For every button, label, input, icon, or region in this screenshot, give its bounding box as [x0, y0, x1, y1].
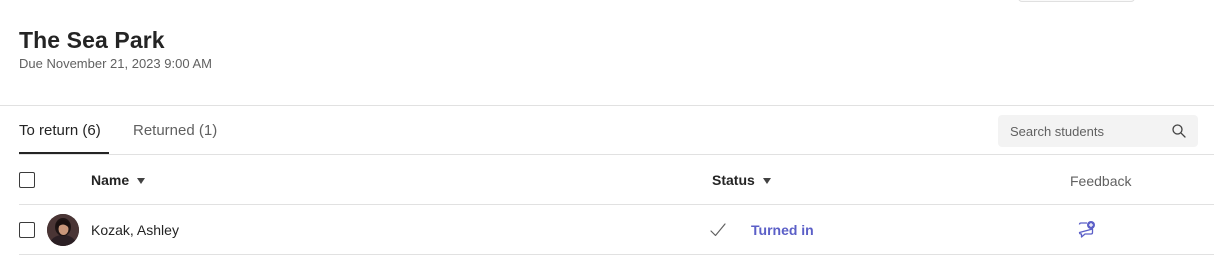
status-link[interactable]: Turned in — [751, 222, 814, 238]
row-select-checkbox[interactable] — [19, 222, 35, 238]
toolbar-button-partial[interactable] — [1018, 0, 1135, 2]
add-feedback-icon[interactable] — [1077, 220, 1096, 239]
checkmark-icon — [710, 223, 726, 237]
sort-caret-icon — [137, 178, 146, 184]
name-column-label: Name — [91, 172, 130, 188]
row-divider — [19, 254, 1214, 255]
tabs-divider — [19, 154, 1214, 155]
select-all-checkbox[interactable] — [19, 172, 35, 188]
due-date: Due November 21, 2023 9:00 AM — [19, 56, 212, 71]
search-icon[interactable] — [1171, 123, 1187, 139]
search-input[interactable] — [1010, 123, 1170, 139]
header-row-divider — [19, 204, 1214, 205]
page-title: The Sea Park — [19, 27, 165, 53]
avatar-image — [47, 214, 79, 246]
header-divider — [0, 105, 1214, 106]
feedback-column-header: Feedback — [1070, 173, 1132, 189]
name-column-header[interactable]: Name — [91, 172, 146, 188]
tab-returned[interactable]: Returned (1) — [133, 122, 217, 139]
student-name[interactable]: Kozak, Ashley — [91, 222, 179, 238]
sort-caret-icon — [762, 178, 771, 184]
search-box[interactable] — [998, 115, 1198, 147]
tab-to-return[interactable]: To return (6) — [19, 122, 101, 139]
status-column-label: Status — [712, 172, 755, 188]
avatar — [47, 214, 79, 246]
status-column-header[interactable]: Status — [712, 172, 771, 188]
